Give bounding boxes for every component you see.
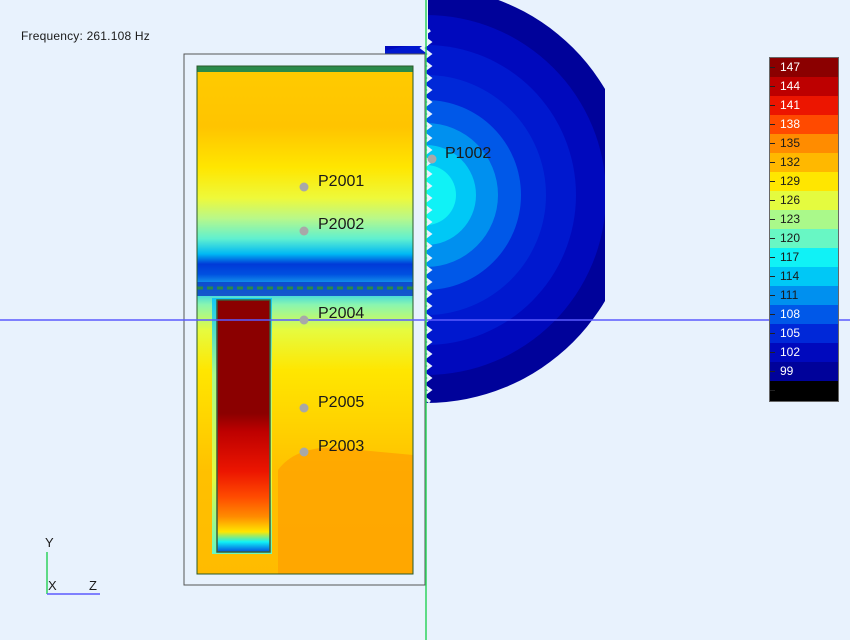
legend-tick [770, 67, 775, 68]
fem-viewport[interactable]: Frequency: 261.108 Hz P1002 P2001 P2002 … [0, 0, 850, 640]
probe-label-p2004: P2004 [318, 305, 365, 322]
frequency-label: Frequency: 261.108 Hz [21, 29, 150, 43]
probe-label-p2005: P2005 [318, 394, 365, 411]
legend-level-138: 138 [770, 115, 838, 134]
legend-level-117: 117 [770, 248, 838, 267]
legend-level-126: 126 [770, 191, 838, 210]
legend-level-120: 120 [770, 229, 838, 248]
axis-z-label: Z [89, 578, 97, 593]
legend-level-135: 135 [770, 134, 838, 153]
legend-tick [770, 238, 775, 239]
field-plot [0, 0, 850, 640]
legend-level-114: 114 [770, 267, 838, 286]
legend-level-144: 144 [770, 77, 838, 96]
legend-level-99: 99 [770, 362, 838, 381]
probe-label-p2001: P2001 [318, 173, 365, 190]
legend-tick [770, 200, 775, 201]
probe-marker-p1002[interactable] [427, 154, 437, 164]
legend-tick [770, 390, 775, 391]
legend-tick [770, 181, 775, 182]
legend-tick [770, 314, 775, 315]
legend-tick [770, 162, 775, 163]
probe-label-p2003: P2003 [318, 438, 365, 455]
probe-marker-p2005[interactable] [299, 403, 309, 413]
legend-level-123: 123 [770, 210, 838, 229]
color-scale-legend: 147 144 141 138 135 132 129 126 123 120 117 114 111 1… [769, 57, 839, 402]
legend-tick [770, 276, 775, 277]
legend-tick [770, 257, 775, 258]
probe-marker-p2001[interactable] [299, 182, 309, 192]
legend-level-147: 147 [770, 58, 838, 77]
probe-marker-p2002[interactable] [299, 226, 309, 236]
probe-label-p1002: P1002 [445, 145, 492, 162]
legend-level-141: 141 [770, 96, 838, 115]
axis-y-label: Y [45, 535, 54, 550]
legend-level-108: 108 [770, 305, 838, 324]
legend-level-102: 102 [770, 343, 838, 362]
axis-x-label: X [48, 578, 57, 593]
legend-level-132: 132 [770, 153, 838, 172]
legend-tick [770, 143, 775, 144]
legend-tick [770, 295, 775, 296]
legend-level-floor [770, 381, 838, 400]
legend-tick [770, 124, 775, 125]
probe-marker-p2003[interactable] [299, 447, 309, 457]
legend-level-129: 129 [770, 172, 838, 191]
legend-tick [770, 86, 775, 87]
legend-tick [770, 352, 775, 353]
legend-tick [770, 371, 775, 372]
legend-tick [770, 105, 775, 106]
legend-tick [770, 219, 775, 220]
legend-level-111: 111 [770, 286, 838, 305]
legend-tick [770, 333, 775, 334]
probe-marker-p2004[interactable] [299, 315, 309, 325]
legend-level-105: 105 [770, 324, 838, 343]
probe-label-p2002: P2002 [318, 216, 365, 233]
